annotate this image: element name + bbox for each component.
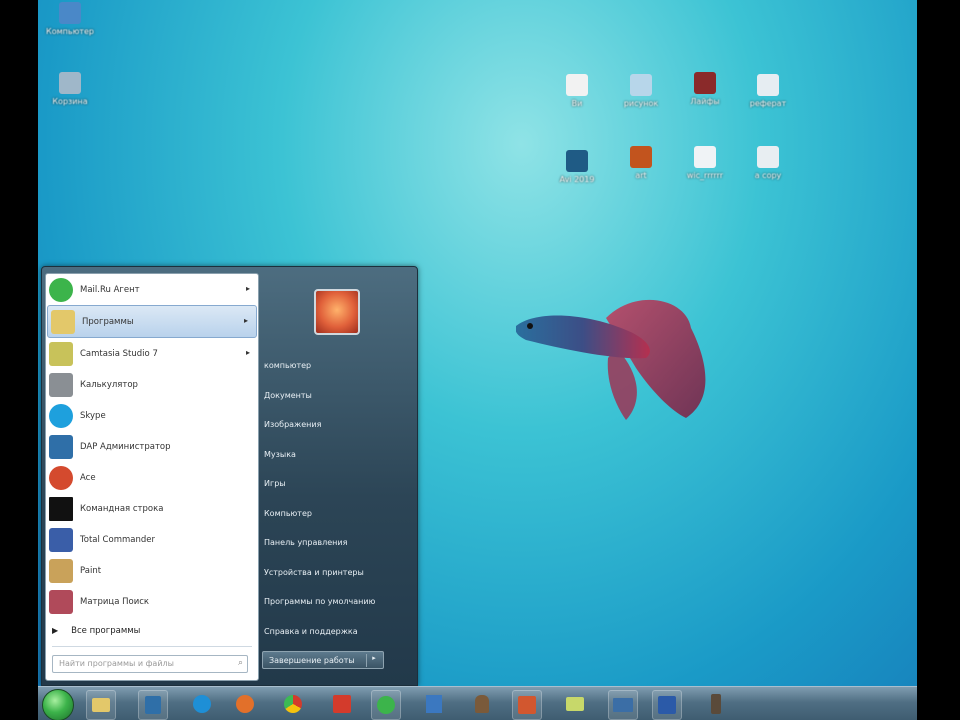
computer-icon <box>59 2 81 24</box>
folder-app-icon <box>566 697 584 711</box>
paint-app-icon <box>426 695 442 713</box>
right-item-documents[interactable]: Документы <box>264 381 414 411</box>
program-item-skype[interactable]: Skype <box>46 400 258 431</box>
taskbar-item-firefox[interactable] <box>231 690 259 718</box>
skype-icon <box>49 403 73 428</box>
program-item-mail-agent[interactable]: Mail.Ru Агент ▸ <box>46 274 258 305</box>
chrome-icon <box>284 695 302 713</box>
triangle-right-icon: ▶ <box>52 626 59 635</box>
start-menu-programs-pane: Mail.Ru Агент ▸ Программы ▸ Camtasia Stu… <box>45 273 259 681</box>
powerpoint-icon <box>518 696 536 714</box>
program-item-ace[interactable]: Ace <box>46 462 258 493</box>
tool-app-icon <box>711 694 721 714</box>
taskbar-item-powerpoint[interactable] <box>512 690 542 720</box>
taskbar-item-windows-explorer[interactable] <box>86 690 116 720</box>
desktop-icon-file-3[interactable]: Лайфы <box>670 72 740 107</box>
document-icon <box>566 74 588 96</box>
mail-agent-icon <box>49 277 73 302</box>
floppy-disk-icon <box>49 527 73 552</box>
desktop-icon-file-2[interactable]: рисунок <box>606 74 676 109</box>
submenu-arrow-icon: ▸ <box>245 284 250 293</box>
picture-icon <box>630 146 652 168</box>
right-item-games[interactable]: Игры <box>264 469 414 499</box>
taskbar-item-tool-app[interactable] <box>702 690 730 718</box>
taskbar-item-chrome[interactable] <box>279 690 307 718</box>
desktop-icon-file-8[interactable]: a copy <box>733 146 803 181</box>
taskbar-item-word[interactable] <box>652 690 682 720</box>
right-item-devices[interactable]: Устройства и принтеры <box>264 558 414 588</box>
start-menu: Mail.Ru Агент ▸ Программы ▸ Camtasia Stu… <box>41 266 418 686</box>
document-icon <box>757 74 779 96</box>
taskbar-item-mail-ru[interactable] <box>328 690 356 718</box>
command-prompt-icon <box>49 496 73 521</box>
firefox-icon <box>236 695 254 713</box>
right-item-control-panel[interactable]: Панель управления <box>264 528 414 558</box>
taskbar-item-internet-explorer[interactable] <box>188 690 216 718</box>
search-input[interactable]: Найти программы и файлы ⌕ <box>52 655 248 673</box>
desktop-icon-computer[interactable]: Компьютер <box>38 2 105 37</box>
right-item-music[interactable]: Музыка <box>264 440 414 470</box>
mail-ru-icon <box>333 695 351 713</box>
submenu-arrow-icon: ▸ <box>243 316 248 325</box>
paint-icon <box>49 558 73 583</box>
monitor-app-icon <box>613 698 633 712</box>
taskbar-item-media-player[interactable] <box>138 690 168 720</box>
program-item-total-commander[interactable]: Total Commander <box>46 524 258 555</box>
start-menu-right-pane: компьютер Документы Изображения Музыка И… <box>264 351 414 646</box>
program-item-search-tool[interactable]: Матрица Поиск <box>46 586 258 617</box>
pdf-icon <box>757 146 779 168</box>
ace-icon <box>49 465 73 490</box>
taskbar-item-monitor-app[interactable] <box>608 690 638 720</box>
program-item-programs[interactable]: Программы ▸ <box>47 305 257 338</box>
submenu-arrow-icon: ▸ <box>245 348 250 357</box>
desktop-icon-recycle-bin[interactable]: Корзина <box>38 72 105 107</box>
monitor-icon <box>566 150 588 172</box>
right-item-default-programs[interactable]: Программы по умолчанию <box>264 587 414 617</box>
camtasia-icon <box>49 341 73 366</box>
betta-fish-wallpaper <box>516 299 706 420</box>
taskbar <box>38 686 917 720</box>
taskbar-item-mail-agent[interactable] <box>371 690 401 720</box>
right-item-computer[interactable]: Компьютер <box>264 499 414 529</box>
internet-explorer-icon <box>193 695 211 713</box>
desktop-icon-file-5[interactable]: Avi 2019 <box>542 150 612 185</box>
search-icon[interactable]: ⌕ <box>238 658 243 668</box>
user-tool-icon <box>475 695 489 713</box>
start-button[interactable] <box>42 689 74 720</box>
program-item-cmd[interactable]: Командная строка <box>46 493 258 524</box>
right-item-help[interactable]: Справка и поддержка <box>264 617 414 647</box>
video-icon <box>694 72 716 94</box>
divider <box>52 646 252 647</box>
right-item-user[interactable]: компьютер <box>264 351 414 381</box>
calculator-icon <box>49 372 73 397</box>
mail-agent-icon <box>377 696 395 714</box>
taskbar-item-folder-app[interactable] <box>561 690 589 718</box>
image-icon <box>630 74 652 96</box>
taskbar-item-paint-app[interactable] <box>420 690 448 718</box>
program-item-dap[interactable]: DAP Администратор <box>46 431 258 462</box>
user-avatar[interactable] <box>314 289 360 335</box>
folder-icon <box>92 698 110 712</box>
all-programs-link[interactable]: ▶ Все программы <box>52 626 140 636</box>
letterbox-right <box>917 0 960 720</box>
dap-icon <box>49 434 73 459</box>
program-item-calculator[interactable]: Калькулятор <box>46 369 258 400</box>
program-item-camtasia[interactable]: Camtasia Studio 7 ▸ <box>46 338 258 369</box>
document-icon <box>694 146 716 168</box>
right-item-pictures[interactable]: Изображения <box>264 410 414 440</box>
desktop-icon-file-4[interactable]: реферат <box>733 74 803 109</box>
folder-icon <box>51 309 75 334</box>
desktop-icon-file-1[interactable]: Ви <box>542 74 612 109</box>
word-icon <box>658 696 676 714</box>
desktop-icon-file-7[interactable]: wic_rrrrrr <box>670 146 740 181</box>
letterbox-left <box>0 0 38 720</box>
recycle-bin-icon <box>59 72 81 94</box>
shutdown-options-arrow-icon[interactable]: ▸ <box>366 654 381 667</box>
program-item-paint[interactable]: Paint <box>46 555 258 586</box>
desktop: Компьютер Корзина Ви рисунок Лайфы рефер… <box>38 0 917 720</box>
search-tool-icon <box>49 589 73 614</box>
taskbar-item-user-tool[interactable] <box>468 690 496 718</box>
desktop-icon-file-6[interactable]: art <box>606 146 676 181</box>
media-player-icon <box>145 696 161 714</box>
